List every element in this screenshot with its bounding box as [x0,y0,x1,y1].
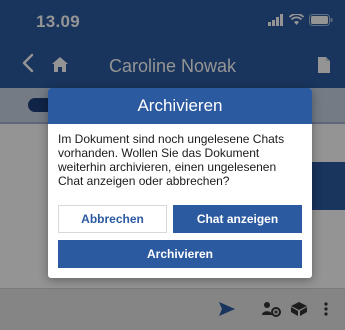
dialog-message: Im Dokument sind noch ungelesene Chats v… [58,132,285,188]
show-chat-button[interactable]: Chat anzeigen [173,205,302,233]
archive-dialog: Archivieren Im Dokument sind noch ungele… [48,88,312,278]
archive-button[interactable]: Archivieren [58,240,302,268]
cancel-button[interactable]: Abbrechen [58,205,167,233]
dialog-title: Archivieren [48,88,312,124]
